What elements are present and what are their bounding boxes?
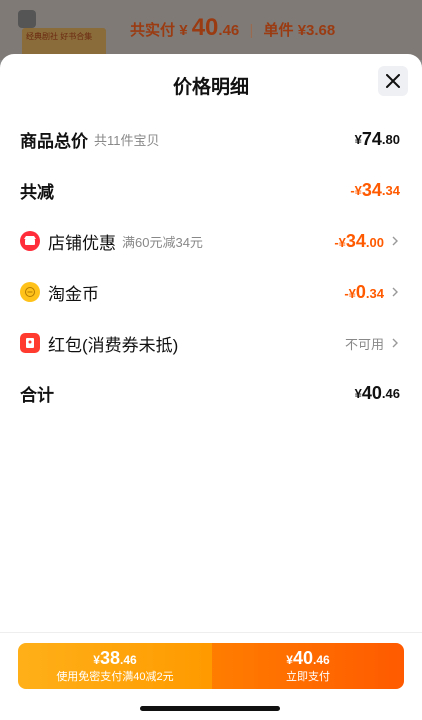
goods-total-label: 商品总价 <box>20 131 88 151</box>
sum-label: 合计 <box>20 385 54 405</box>
pay-now-price: ¥40.46 <box>286 648 330 668</box>
discount-total-label: 共减 <box>20 182 54 202</box>
discount-total-row: 共减 -¥ 34.34 <box>20 175 400 205</box>
price-detail-sheet: 价格明细 商品总价 共11件宝贝 ¥74.80 共减 -¥ 34.34 店铺优惠 … <box>0 54 422 720</box>
background-header: 经典剧社 好书合集 共实付 ¥ 40.46 | 单件 ¥3.68 <box>0 0 422 60</box>
sum-row: 合计 ¥40.46 <box>20 378 400 408</box>
red-packet-label: 红包(消费券未抵) <box>48 335 179 355</box>
chevron-right-icon <box>392 338 398 348</box>
shop-discount-amount: -¥34.00 <box>334 230 384 251</box>
password-free-pay-label: 使用免密支付满40减2元 <box>56 671 174 683</box>
background-avatar <box>18 10 36 28</box>
pay-now-button[interactable]: ¥40.46 立即支付 <box>212 643 404 689</box>
shop-discount-label: 店铺优惠 <box>48 233 116 253</box>
red-packet-row[interactable]: 红包(消费券未抵) 不可用 <box>20 328 400 358</box>
sum-amount: ¥40.46 <box>354 382 400 403</box>
close-button[interactable] <box>378 66 408 96</box>
password-free-pay-button[interactable]: ¥38.46 使用免密支付满40减2元 <box>18 643 212 689</box>
goods-total-amount: ¥74.80 <box>354 128 400 149</box>
goods-total-row: 商品总价 共11件宝贝 ¥74.80 <box>20 124 400 154</box>
goods-count: 共11件宝贝 <box>94 132 160 148</box>
home-indicator[interactable] <box>140 706 280 711</box>
background-product-card: 经典剧社 好书合集 <box>22 28 106 56</box>
shop-discount-rule: 满60元减34元 <box>122 234 203 250</box>
coin-icon <box>20 282 40 302</box>
close-icon <box>386 74 400 88</box>
taojinbi-row[interactable]: 淘金币 -¥0.34 <box>20 277 400 307</box>
password-free-pay-price: ¥38.46 <box>93 648 137 668</box>
taojinbi-amount: -¥0.34 <box>344 281 384 302</box>
shop-icon <box>20 231 40 251</box>
background-total-price: 共实付 ¥ 40.46 | 单件 ¥3.68 <box>130 14 336 41</box>
sheet-title: 价格明细 <box>172 77 249 98</box>
red-packet-icon <box>20 333 40 353</box>
background-card-text: 经典剧社 好书合集 <box>26 32 93 41</box>
discount-total-amount: -¥ 34.34 <box>350 179 400 200</box>
pay-now-label: 立即支付 <box>286 671 330 683</box>
chevron-right-icon <box>392 236 398 246</box>
red-packet-status: 不可用 <box>344 336 384 352</box>
shop-discount-row[interactable]: 店铺优惠 满60元减34元 -¥34.00 <box>20 226 400 256</box>
chevron-right-icon <box>392 287 398 297</box>
taojinbi-label: 淘金币 <box>48 284 99 304</box>
